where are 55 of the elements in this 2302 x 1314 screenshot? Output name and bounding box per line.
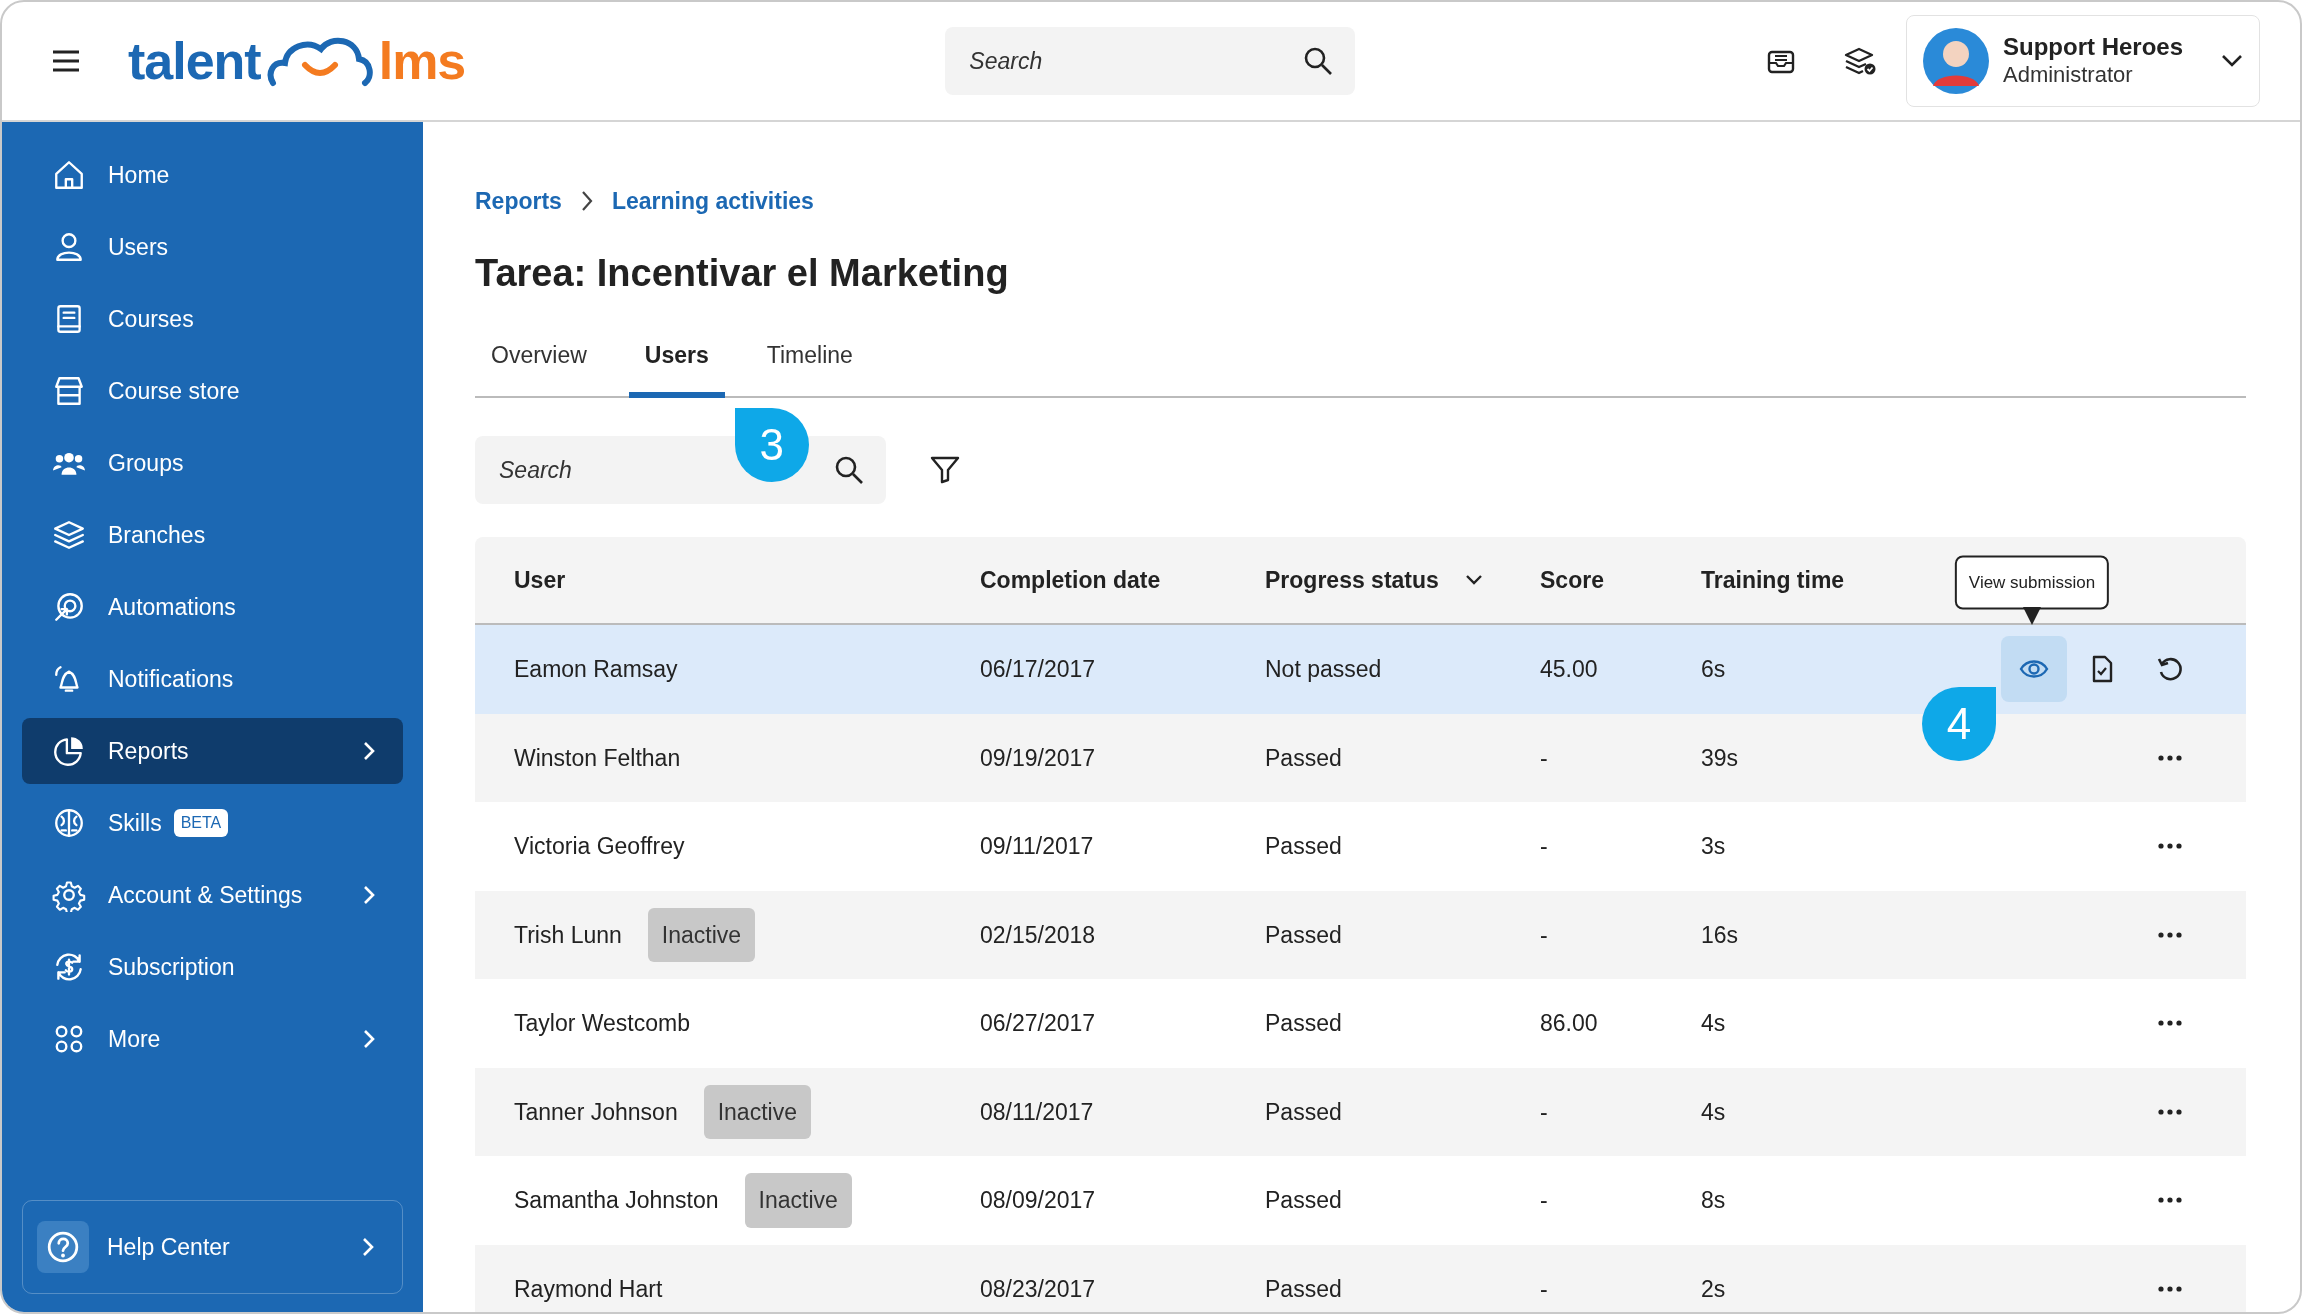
- table-cell: 8s: [1701, 1187, 1726, 1213]
- beta-badge: BETA: [173, 809, 229, 837]
- status-badge: Inactive: [744, 1173, 852, 1228]
- logo-text: lms: [378, 35, 466, 87]
- table-cell: Passed: [1265, 1098, 1342, 1125]
- table-cell: 45.00: [1540, 656, 1598, 682]
- table-cell: 6s: [1701, 656, 1726, 682]
- table-cell: 09/11/2017: [980, 833, 1094, 859]
- table-cell-text: Taylor Westcomb: [514, 1009, 690, 1038]
- table-cell-text: Winston Felthan: [514, 743, 681, 773]
- table-cell: Passed: [1265, 1187, 1342, 1213]
- table-cell: Not passed: [1265, 656, 1382, 682]
- table-cell-text: Eamon Ramsay: [514, 655, 678, 684]
- table-cell: 4s: [1701, 1098, 1726, 1125]
- table-cell: 08/11/2017: [980, 1098, 1094, 1125]
- table-cell-text: Samantha Johnston: [514, 1186, 719, 1215]
- table-cell-text: Trish Lunn: [514, 920, 622, 950]
- table-cell: Passed: [1265, 833, 1342, 859]
- status-badge: Inactive: [703, 1084, 811, 1139]
- column-header: Completion date: [980, 565, 1161, 595]
- table-cell: 2s: [1701, 1275, 1726, 1302]
- table-cell: 02/15/2018: [980, 921, 1096, 948]
- table-cell: Passed: [1265, 744, 1342, 771]
- table-cell: -: [1540, 921, 1548, 948]
- table-cell: 06/27/2017: [980, 1010, 1096, 1036]
- table-cell: -: [1540, 833, 1548, 859]
- user-role: Administrator: [2003, 62, 2134, 89]
- table-cell: Passed: [1265, 1275, 1342, 1302]
- status-badge: Inactive: [647, 907, 756, 962]
- table-cell: 06/17/2017: [980, 656, 1096, 682]
- table-cell-text: Tanner Johnson: [514, 1097, 678, 1127]
- table-cell: Passed: [1265, 1010, 1342, 1036]
- table-cell: 09/19/2017: [980, 744, 1096, 771]
- table-cell: -: [1540, 1275, 1548, 1302]
- table-cell: Passed: [1265, 921, 1342, 948]
- table-cell: -: [1540, 1187, 1548, 1213]
- table-cell: -: [1540, 744, 1548, 771]
- table-cell: 16s: [1701, 921, 1739, 948]
- table-cell: 4s: [1701, 1010, 1726, 1036]
- table-cell: 3s: [1701, 833, 1726, 859]
- table-cell: 86.00: [1540, 1010, 1598, 1036]
- table-cell: 39s: [1701, 744, 1739, 771]
- column-header: Training time: [1701, 565, 1845, 595]
- table-cell-text: Victoria Geoffrey: [514, 832, 685, 861]
- column-header: User: [514, 565, 566, 595]
- column-header: Score: [1540, 565, 1604, 595]
- table-cell: -: [1540, 1098, 1548, 1125]
- callout-tooltip: 3: [734, 408, 809, 482]
- user-name: Support Heroes: [2003, 33, 2184, 63]
- table-cell-text: Raymond Hart: [514, 1274, 663, 1304]
- logo-text: talent: [128, 35, 261, 87]
- page-title: Tarea: Incentivar el Marketing: [475, 250, 1010, 296]
- tooltip: View submission: [1954, 555, 2110, 609]
- table-cell: 08/23/2017: [980, 1275, 1096, 1302]
- table-cell: 08/09/2017: [980, 1187, 1096, 1213]
